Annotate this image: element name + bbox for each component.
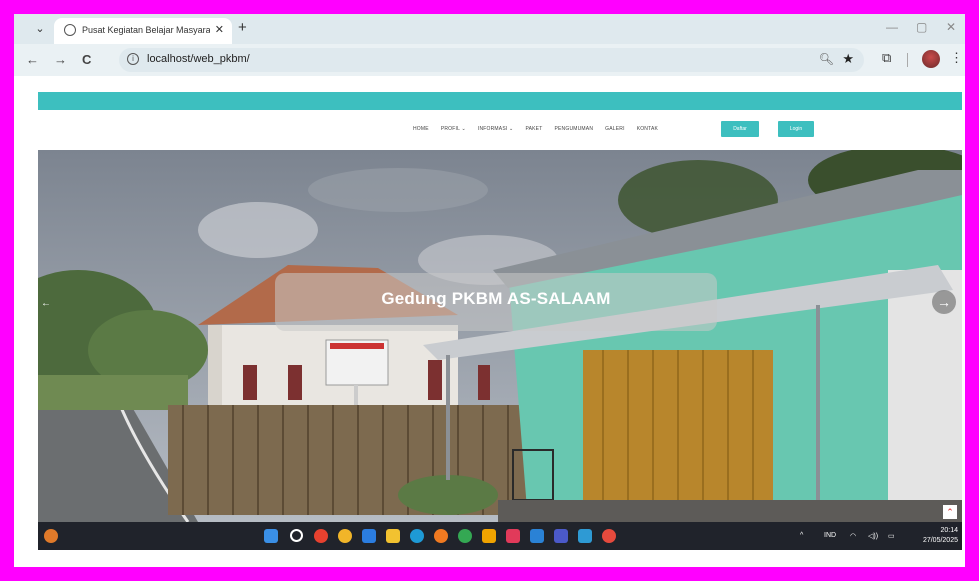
daftar-button[interactable]: Daftar	[721, 121, 759, 137]
hero-caption-box: Gedung PKBM AS-SALAAM	[275, 273, 717, 331]
windows-taskbar: ^ IND ◠ ◁)) ▭ 20:14 27/05/2025	[38, 522, 962, 550]
site-navbar: HOME PROFIL ⌄ INFORMASI ⌄ PAKET PENGUMUM…	[38, 110, 962, 150]
menu-item-paket[interactable]: PAKET	[525, 126, 542, 132]
close-window-button[interactable]: ✕	[946, 20, 956, 34]
start-windows-icon[interactable]	[264, 529, 278, 543]
site-info-icon[interactable]: i	[127, 53, 139, 65]
copilot-icon[interactable]	[314, 529, 328, 543]
search-icon[interactable]	[290, 529, 303, 542]
chrome-icon[interactable]	[338, 529, 352, 543]
hero-carousel: Gedung PKBM AS-SALAAM ← → ⌃	[38, 150, 962, 522]
wifi-icon[interactable]: ◠	[850, 532, 856, 540]
profile-avatar[interactable]	[922, 50, 940, 68]
volume-icon[interactable]: ◁))	[868, 532, 878, 540]
menu-item-galeri[interactable]: GALERI	[605, 126, 625, 132]
notepad-icon[interactable]	[578, 529, 592, 543]
firefox-icon[interactable]	[434, 529, 448, 543]
widgets-weather-icon[interactable]	[44, 529, 58, 543]
address-bar[interactable]: i localhost/web_pkbm/ 🔍︎ ★	[119, 48, 864, 72]
back-button[interactable]: ←	[26, 52, 39, 67]
clock-date: 27/05/2025	[922, 537, 958, 544]
menu-item-profil[interactable]: PROFIL ⌄	[441, 126, 466, 132]
carousel-prev-arrow-icon[interactable]: ←	[41, 298, 51, 309]
new-tab-button[interactable]: +	[238, 19, 247, 36]
reload-button[interactable]: C	[82, 52, 91, 67]
url-text[interactable]: localhost/web_pkbm/	[147, 53, 250, 65]
zoom-icon[interactable]: 🔍︎	[819, 52, 834, 66]
xampp-icon[interactable]	[482, 529, 496, 543]
menu-kebab-icon[interactable]: ⋮	[950, 50, 963, 66]
hero-photo	[38, 150, 962, 522]
battery-icon[interactable]: ▭	[888, 532, 895, 540]
chrome-alt-icon[interactable]	[602, 529, 616, 543]
tab-search-chevron-icon[interactable]: ⌄	[32, 21, 48, 37]
toolbar-divider	[907, 53, 908, 67]
browser-toolbar: ← → C i localhost/web_pkbm/ 🔍︎ ★ ⧉ ⋮	[14, 44, 965, 76]
clock-time: 20:14	[940, 527, 958, 534]
site-top-strip	[38, 92, 962, 110]
login-button[interactable]: Login	[778, 121, 814, 137]
menu-item-home[interactable]: HOME	[413, 126, 429, 132]
tab-title: Pusat Kegiatan Belajar Masyara	[82, 25, 210, 35]
menu-item-informasi[interactable]: INFORMASI ⌄	[478, 126, 514, 132]
bookmark-star-icon[interactable]: ★	[842, 51, 854, 67]
screenshot-frame: ⌄ Pusat Kegiatan Belajar Masyara ✕ + — ▢…	[14, 14, 965, 567]
hero-caption-text: Gedung PKBM AS-SALAAM	[381, 289, 611, 308]
whatsapp-icon[interactable]	[458, 529, 472, 543]
restore-button[interactable]: ▢	[916, 20, 927, 34]
tab-close-icon[interactable]: ✕	[215, 23, 224, 36]
browser-tab-bar: ⌄ Pusat Kegiatan Belajar Masyara ✕ + — ▢…	[14, 14, 965, 44]
globe-icon	[64, 24, 76, 36]
minimize-button[interactable]: —	[886, 20, 898, 34]
carousel-next-arrow-icon[interactable]: →	[932, 290, 956, 314]
browser-tab[interactable]: Pusat Kegiatan Belajar Masyara ✕	[54, 18, 232, 44]
scroll-top-icon[interactable]: ⌃	[943, 505, 957, 519]
menu-item-kontak[interactable]: KONTAK	[637, 126, 658, 132]
extensions-icon[interactable]: ⧉	[882, 50, 891, 66]
edge-icon[interactable]	[410, 529, 424, 543]
taskview-icon[interactable]	[362, 529, 376, 543]
site-menu: HOME PROFIL ⌄ INFORMASI ⌄ PAKET PENGUMUM…	[413, 126, 658, 132]
system-clock[interactable]: 20:14 27/05/2025	[923, 526, 958, 546]
app-icon[interactable]	[506, 529, 520, 543]
file-explorer-icon[interactable]	[386, 529, 400, 543]
tray-caret-icon[interactable]: ^	[800, 532, 803, 539]
menu-item-pengumuman[interactable]: PENGUMUMAN	[554, 126, 593, 132]
vscode-icon[interactable]	[530, 529, 544, 543]
visual-studio-icon[interactable]	[554, 529, 568, 543]
language-indicator[interactable]: IND	[824, 532, 836, 539]
forward-button[interactable]: →	[54, 52, 67, 67]
